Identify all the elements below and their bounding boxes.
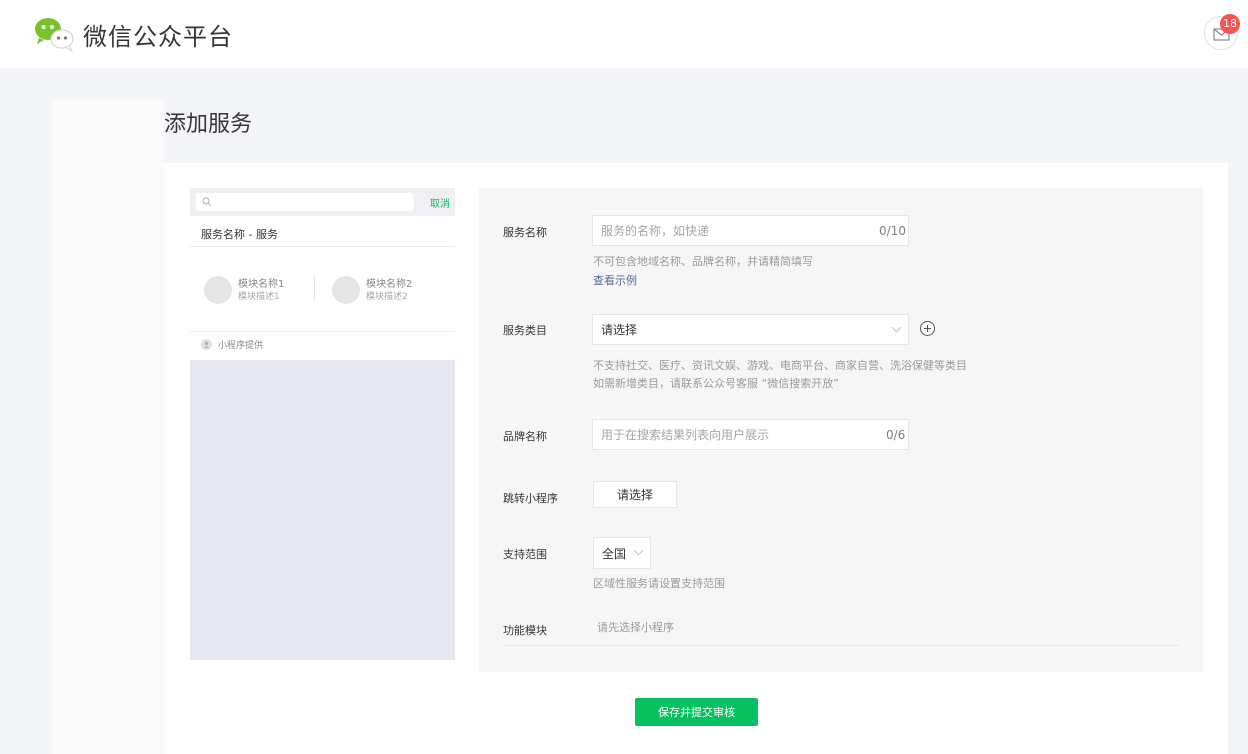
preview-search-bar: 取消 [190, 188, 455, 216]
modules-hint: 请先选择小程序 [597, 621, 674, 634]
module-name: 模块名称1 [238, 278, 285, 290]
save-and-submit-button[interactable]: 保存并提交审核 [635, 698, 758, 726]
page-title: 添加服务 [164, 112, 253, 137]
module-name: 模块名称2 [366, 278, 413, 290]
scope-value: 全国 [602, 546, 627, 561]
module-desc: 模块描述1 [238, 291, 280, 302]
service-name-input[interactable]: 服务的名称，如快递 [592, 215, 909, 246]
app-title: 微信公众平台 [83, 22, 233, 51]
search-icon [202, 197, 212, 207]
divider [190, 246, 455, 247]
choose-mini-program-button[interactable]: 请选择 [593, 481, 677, 508]
service-category-value: 请选择 [601, 323, 638, 337]
top-bar: 微信公众平台 18 [0, 0, 1248, 68]
logo[interactable]: 微信公众平台 [33, 16, 233, 53]
service-category-contact-tip: 如需新增类目，请联系公众号客服 “微信搜索开放” [593, 377, 839, 390]
service-category-label: 服务类目 [503, 324, 547, 337]
mini-program-label: 跳转小程序 [503, 492, 558, 505]
preview-result-card: 服务名称 - 服务 模块名称1 模块描述1 模块名称2 模块描述2 小程序提供 [190, 216, 455, 360]
preview-service-title: 服务名称 - 服务 [201, 228, 278, 241]
scope-label: 支持范围 [503, 548, 547, 561]
preview-cancel: 取消 [430, 199, 450, 210]
scope-select[interactable]: 全国 [593, 537, 651, 569]
divider [190, 331, 455, 332]
wechat-logo-icon [33, 16, 77, 53]
preview-provider: 小程序提供 [201, 338, 263, 351]
service-name-counter: 0/10 [879, 224, 906, 238]
side-strip [52, 100, 164, 754]
module-avatar [332, 276, 360, 304]
service-name-placeholder: 服务的名称，如快递 [601, 224, 710, 238]
service-name-tip: 不可包含地域名称、品牌名称，并请精简填写 [593, 255, 813, 268]
brand-name-label: 品牌名称 [503, 430, 547, 443]
divider [503, 645, 1179, 646]
service-name-label: 服务名称 [503, 226, 547, 239]
notification-badge: 18 [1220, 14, 1240, 34]
service-category-tip: 不支持社交、医疗、资讯文娱、游戏、电商平台、商家自营、洗浴保健等类目 [593, 359, 967, 372]
preview-search-input [196, 193, 414, 211]
view-example-link[interactable]: 查看示例 [593, 272, 637, 288]
module-avatar [204, 276, 232, 304]
divider [314, 275, 315, 301]
preview-module-1: 模块名称1 模块描述1 [204, 274, 284, 306]
plus-circle-icon[interactable] [920, 321, 935, 336]
service-category-select[interactable]: 请选择 [592, 314, 909, 345]
scope-tip: 区域性服务请设置支持范围 [593, 577, 725, 590]
search-preview: 取消 服务名称 - 服务 模块名称1 模块描述1 模块名称2 模块描述2 小程序… [190, 188, 455, 660]
brand-name-placeholder: 用于在搜索结果列表向用户展示 [601, 428, 770, 442]
preview-module-2: 模块名称2 模块描述2 [332, 274, 412, 306]
provider-label: 小程序提供 [218, 341, 264, 351]
user-icon [201, 339, 212, 350]
brand-name-counter: 0/6 [886, 428, 906, 442]
module-desc: 模块描述2 [366, 291, 408, 302]
brand-name-input[interactable]: 用于在搜索结果列表向用户展示 [592, 419, 909, 450]
modules-label: 功能模块 [503, 624, 547, 637]
